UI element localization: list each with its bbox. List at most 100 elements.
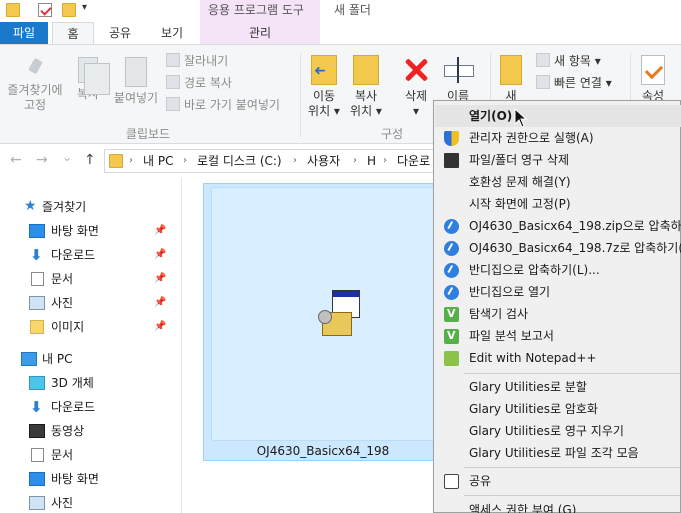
menu-item-troubleshoot-compatibility[interactable]: 호환성 문제 해결(Y)	[435, 171, 681, 193]
delete-button[interactable]: 삭제 ▾	[398, 55, 434, 119]
desktop-icon	[29, 472, 45, 486]
menu-item-give-access[interactable]: 액세스 권한 부여 (G)	[435, 499, 681, 513]
installer-icon[interactable]	[318, 290, 364, 340]
cut-button[interactable]: 잘라내기	[166, 51, 228, 71]
menu-item-glary-encrypt[interactable]: Glary Utilities로 암호화	[435, 398, 681, 420]
nav-item-pc-documents[interactable]: 문서	[0, 443, 180, 467]
breadcrumb-users[interactable]: 사용자	[307, 153, 340, 169]
tab-file[interactable]: 파일	[0, 22, 48, 44]
menu-item-file-analysis-report[interactable]: 파일 분석 보고서	[435, 325, 681, 347]
v3-icon	[444, 303, 459, 325]
nav-item-downloads[interactable]: ⬇ 다운로드 📌	[0, 243, 180, 267]
new-folder-button[interactable]: 새	[496, 55, 526, 104]
navigation-pane: ★ 즐겨찾기 바탕 화면 📌 ⬇ 다운로드 📌 문서 📌 사진 📌 이미지 📌 …	[0, 178, 182, 513]
menu-item-pin-to-start[interactable]: 시작 화면에 고정(P)	[435, 193, 681, 215]
delete-icon	[402, 55, 430, 85]
pin-icon	[24, 57, 46, 79]
download-icon: ⬇	[30, 398, 43, 416]
pinned-icon: 📌	[154, 321, 167, 332]
menu-item-label: 액세스 권한 부여 (G)	[469, 503, 577, 513]
nav-item-documents[interactable]: 문서 📌	[0, 267, 180, 291]
new-folder-icon	[500, 55, 522, 85]
breadcrumb-separator: ›	[183, 155, 187, 166]
nav-item-desktop[interactable]: 바탕 화면 📌	[0, 219, 180, 243]
menu-item-compress-bandizip[interactable]: 반디집으로 압축하기(L)...	[435, 259, 681, 281]
tab-manage[interactable]: 관리	[200, 22, 320, 44]
paste-button[interactable]: 붙여넣기	[110, 57, 162, 106]
menu-item-run-as-admin[interactable]: 관리자 권한으로 실행(A)	[435, 127, 681, 149]
menu-item-compress-7z[interactable]: OJ4630_Basicx64_198.7z로 압축하기(7)	[435, 237, 681, 259]
copy-button[interactable]: 복사	[72, 57, 110, 102]
menu-item-open-bandizip[interactable]: 반디집으로 열기	[435, 281, 681, 303]
menu-item-glary-defrag[interactable]: Glary Utilities로 파일 조각 모음	[435, 442, 681, 464]
nav-item-this-pc[interactable]: 내 PC	[0, 347, 180, 371]
properties-check-icon[interactable]	[38, 3, 52, 17]
pin-to-quick-access-button[interactable]: 즐겨찾기에 고정	[2, 57, 68, 113]
easy-access-label: 빠른 연결 ▾	[554, 76, 612, 90]
forward-arrow-icon[interactable]: →	[36, 152, 48, 168]
nav-item-pictures[interactable]: 사진 📌	[0, 291, 180, 315]
menu-item-open[interactable]: 열기(O)	[435, 105, 681, 127]
breadcrumb-downloads[interactable]: 다운로	[397, 153, 430, 169]
menu-item-share[interactable]: 공유	[435, 470, 681, 492]
menu-item-glary-split[interactable]: Glary Utilities로 분할	[435, 376, 681, 398]
file-name[interactable]: OJ4630_Basicx64_198	[203, 441, 443, 461]
back-arrow-icon[interactable]: ←	[10, 152, 22, 168]
nav-label: 즐겨찾기	[42, 200, 87, 214]
new-item-button[interactable]: 새 항목 ▾	[536, 51, 601, 71]
copy-to-icon	[353, 55, 379, 85]
customize-quick-access-icon[interactable]: ▾	[82, 2, 87, 13]
title-bar: ▾ 응용 프로그램 도구 새 폴더	[0, 0, 681, 22]
breadcrumb-local-disk[interactable]: 로컬 디스크 (C:)	[197, 153, 282, 169]
breadcrumb-this-pc[interactable]: 내 PC	[143, 153, 173, 169]
nav-item-pc-downloads[interactable]: ⬇ 다운로드	[0, 395, 180, 419]
menu-item-label: 파일/폴더 영구 삭제	[469, 153, 569, 167]
move-to-button[interactable]: 이동 위치 ▾	[306, 55, 342, 119]
tab-share[interactable]: 공유	[100, 22, 140, 44]
nav-item-pc-desktop[interactable]: 바탕 화면	[0, 467, 180, 491]
easy-access-button[interactable]: 빠른 연결 ▾	[536, 73, 612, 93]
breadcrumb-separator: ›	[353, 155, 357, 166]
properties-button[interactable]: 속성	[636, 55, 670, 104]
paste-shortcut-button[interactable]: 바로 가기 붙여넣기	[166, 95, 280, 115]
nav-label: 내 PC	[42, 352, 73, 366]
menu-item-edit-notepad-plus-plus[interactable]: Edit with Notepad++	[435, 347, 681, 369]
nav-item-quick-access[interactable]: ★ 즐겨찾기	[0, 195, 180, 219]
nav-item-3d-objects[interactable]: 3D 개체	[0, 371, 180, 395]
computer-icon	[21, 352, 37, 366]
pin-to-quick-access-label: 즐겨찾기에 고정	[7, 83, 63, 112]
new-folder-quick-icon[interactable]	[62, 3, 76, 17]
menu-item-explorer-scan[interactable]: 탐색기 검사	[435, 303, 681, 325]
copy-path-label: 경로 복사	[184, 76, 232, 90]
menu-item-label: Glary Utilities로 암호화	[469, 402, 598, 416]
menu-item-glary-wipe[interactable]: Glary Utilities로 영구 지우기	[435, 420, 681, 442]
nav-label: 바탕 화면	[51, 224, 99, 238]
copy-to-button[interactable]: 복사 위치 ▾	[348, 55, 384, 119]
nav-label: 사진	[51, 496, 74, 510]
breadcrumb-user[interactable]: H	[367, 153, 376, 169]
menu-item-compress-zip[interactable]: OJ4630_Basicx64_198.zip으로 압축하기	[435, 215, 681, 237]
menu-item-label: OJ4630_Basicx64_198.7z로 압축하기(7)	[469, 241, 681, 255]
menu-item-label: Glary Utilities로 분할	[469, 380, 587, 394]
address-bar[interactable]: › 내 PC › 로컬 디스크 (C:) › 사용자 › H › 다운로	[104, 149, 444, 173]
copy-path-button[interactable]: 경로 복사	[166, 73, 232, 93]
up-arrow-icon[interactable]: ↑	[84, 152, 96, 168]
nav-item-pc-pictures[interactable]: 사진	[0, 491, 180, 513]
menu-item-label: 공유	[469, 474, 492, 488]
scissors-icon	[166, 53, 180, 67]
document-icon	[31, 448, 44, 462]
tab-home[interactable]: 홈	[52, 22, 94, 44]
rename-button[interactable]: 이름	[440, 55, 476, 104]
menu-item-label: OJ4630_Basicx64_198.zip으로 압축하기	[469, 219, 681, 233]
tab-view[interactable]: 보기	[150, 22, 194, 44]
recent-locations-icon[interactable]: ⌄	[62, 150, 72, 164]
copy-icon	[78, 57, 110, 95]
menu-item-shred[interactable]: 파일/폴더 영구 삭제	[435, 149, 681, 171]
nav-label: 문서	[51, 448, 74, 462]
star-icon: ★	[24, 198, 37, 214]
nav-item-videos[interactable]: 동영상	[0, 419, 180, 443]
videos-icon	[29, 424, 45, 438]
copy-to-label: 복사 위치 ▾	[350, 89, 382, 118]
nav-item-images[interactable]: 이미지 📌	[0, 315, 180, 339]
menu-item-label: 관리자 권한으로 실행(A)	[469, 131, 594, 145]
